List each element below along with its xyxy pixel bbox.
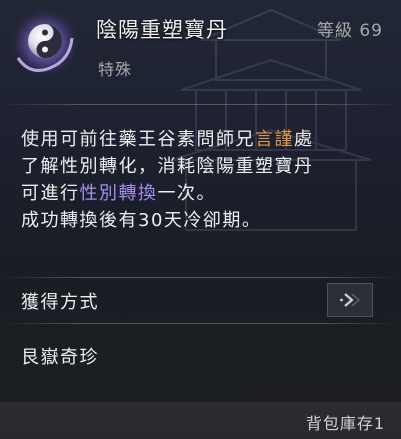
yin-yang-orb-icon: [10, 8, 80, 78]
item-description: 使用可前往藥王谷素問師兄言謹處 了解性別轉化，消耗陰陽重塑寶丹 可進行性別轉換一…: [21, 126, 393, 234]
item-tooltip: 陰陽重塑寶丹 特殊 等級 69 使用可前往藥王谷素問師兄言謹處 了解性別轉化，消…: [0, 0, 401, 439]
obtain-method-row: 獲得方式: [0, 278, 401, 322]
obtain-divider-bottom: [0, 323, 401, 324]
obtain-method-button[interactable]: [327, 283, 373, 317]
gender-change-keyword: 性別轉換: [79, 183, 158, 204]
item-header: 陰陽重塑寶丹 特殊 等級 69: [0, 0, 401, 100]
obtain-source: 艮嶽奇珍: [21, 347, 99, 368]
header-divider: [0, 104, 401, 105]
description-line-3: 可進行性別轉換一次。: [21, 183, 216, 204]
npc-name-link: 言謹: [255, 129, 294, 150]
tooltip-footer: 背包庫存1: [0, 402, 401, 439]
chevron-right-icon: [340, 293, 360, 307]
obtain-method-label: 獲得方式: [21, 292, 99, 313]
description-line-4: 成功轉換後有30天冷卻期。: [21, 210, 262, 231]
item-category: 特殊: [98, 60, 133, 79]
description-line-2: 了解性別轉化，消耗陰陽重塑寶丹: [21, 156, 314, 177]
item-level: 等級 69: [316, 21, 383, 41]
description-line-1: 使用可前往藥王谷素問師兄言謹處: [21, 129, 314, 150]
bag-stock-count: 背包庫存1: [305, 414, 385, 433]
item-name: 陰陽重塑寶丹: [96, 18, 228, 42]
